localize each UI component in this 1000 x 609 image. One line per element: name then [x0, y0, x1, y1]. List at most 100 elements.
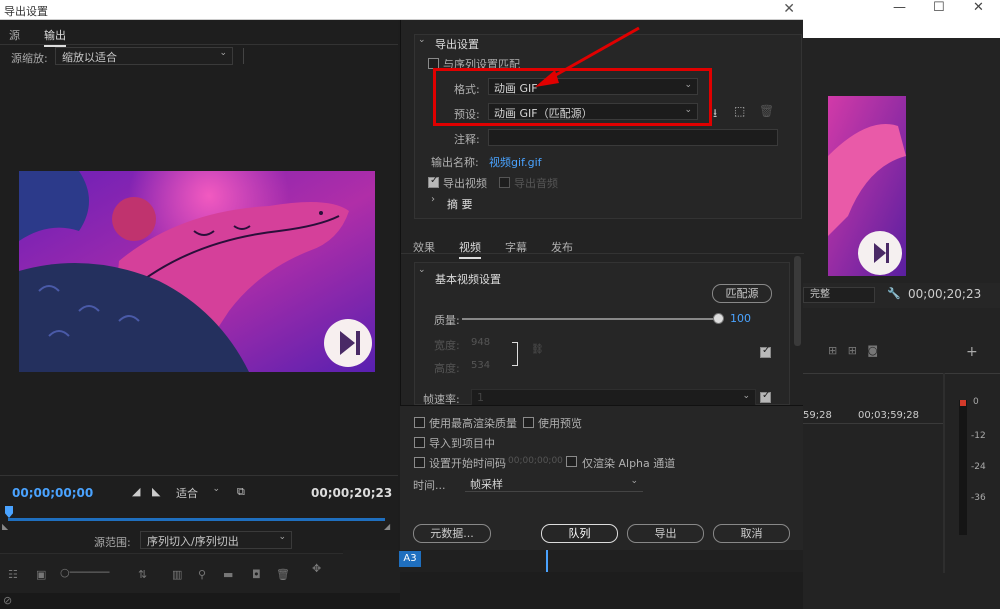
fps-checkbox[interactable]	[760, 390, 771, 403]
list-icon: ☷	[8, 568, 18, 581]
metadata-button[interactable]: 元数据...	[413, 524, 491, 543]
wrench-icon[interactable]: 🔧	[887, 287, 901, 300]
divider	[243, 48, 244, 64]
width-label: 宽度:	[434, 339, 460, 352]
trash-icon: 🗑	[276, 568, 290, 581]
max-render-label: 使用最高渲染质量	[429, 417, 517, 430]
summary-header: 摘 要	[447, 198, 473, 211]
aspect-icon[interactable]: ⧉	[237, 485, 245, 499]
tab-effects[interactable]: 效果	[413, 239, 435, 255]
playhead-icon[interactable]	[5, 506, 13, 518]
chevron-right-icon[interactable]: ›	[431, 194, 435, 205]
current-timecode[interactable]: 00;00;00;00	[12, 486, 93, 500]
background-preview-thumbnail	[828, 96, 906, 276]
ruler-line	[803, 423, 943, 424]
ruler-label-2: 00;03;59;28	[858, 410, 920, 421]
panel-divider	[943, 373, 945, 573]
time-interp-label: 时间...	[413, 479, 446, 492]
max-render-checkbox[interactable]	[414, 417, 425, 428]
meter-label-24: -24	[971, 462, 986, 472]
divider	[0, 44, 398, 45]
add-icon[interactable]: +	[966, 344, 978, 360]
alpha-only-label: 仅渲染 Alpha 通道	[582, 457, 676, 470]
dialog-title: 导出设置	[4, 5, 48, 18]
range-dropdown[interactable]: 序列切入/序列切出 ⌄	[140, 531, 292, 549]
width-value[interactable]: 948	[471, 337, 490, 348]
output-name-link[interactable]: 视频gif.gif	[489, 154, 542, 170]
chevron-down-icon: ⌄	[742, 391, 750, 401]
settings-tabs: 效果 视频 字幕 发布	[401, 232, 804, 259]
quality-slider-track[interactable]	[462, 318, 718, 320]
basic-video-header: 基本视频设置	[435, 273, 501, 286]
chevron-down-icon[interactable]: ⌄	[418, 35, 426, 45]
bin-icon: ▥	[172, 568, 183, 581]
match-source-button[interactable]: 匹配源	[712, 284, 772, 303]
export-settings-header: 导出设置	[435, 38, 479, 51]
import-preset-icon[interactable]: ⬚	[734, 104, 745, 118]
background-complete-dropdown[interactable]: 完整	[803, 287, 875, 303]
annotation-arrow	[535, 26, 640, 87]
status-icon: ⊘	[3, 594, 13, 607]
alpha-only-checkbox[interactable]	[566, 456, 577, 467]
in-point-icon[interactable]: ◣	[2, 522, 8, 531]
chevron-down-icon[interactable]: ⌄	[418, 265, 426, 275]
chevron-down-icon: ⌄	[630, 476, 638, 486]
audio-meter	[959, 400, 967, 535]
start-timecode-value[interactable]: 00;00;00;00	[508, 456, 563, 466]
minimize-icon[interactable]: —	[893, 0, 906, 15]
comment-input[interactable]	[488, 129, 778, 146]
video-preview	[19, 171, 375, 372]
queue-button[interactable]: 队列	[541, 524, 618, 543]
close-icon[interactable]: ✕	[973, 0, 984, 15]
grid-icon: ▣	[36, 568, 47, 581]
aspect-bracket	[512, 342, 518, 366]
import-project-checkbox[interactable]	[414, 437, 425, 448]
scrollbar[interactable]	[794, 256, 801, 346]
delete-preset-icon[interactable]: 🗑	[759, 104, 774, 118]
tab-video[interactable]: 视频	[459, 239, 481, 259]
cancel-button[interactable]: 取消	[713, 524, 790, 543]
fps-dropdown[interactable]: 1 ⌄	[471, 389, 756, 406]
meter-label-0: 0	[973, 397, 979, 407]
fit-value: 适合	[176, 487, 198, 500]
mark-out-icon[interactable]: ◣	[152, 485, 160, 498]
quality-value[interactable]: 100	[730, 312, 751, 325]
start-timecode-checkbox[interactable]	[414, 457, 425, 468]
link-icon[interactable]: ⛓	[531, 344, 544, 355]
match-source-dimensions-checkbox[interactable]	[760, 345, 771, 358]
zoom-dropdown[interactable]: 缩放以适合 ⌄	[55, 47, 233, 65]
use-preview-label: 使用预览	[538, 417, 582, 430]
import-project-label: 导入到项目中	[429, 437, 495, 450]
fit-dropdown[interactable]: 适合 ⌄	[170, 484, 225, 501]
range-value: 序列切入/序列切出	[147, 535, 239, 548]
maximize-icon[interactable]: ☐	[933, 0, 945, 15]
tab-source[interactable]: 源	[9, 27, 20, 43]
zoom-value: 缩放以适合	[62, 51, 117, 64]
sort-icon: ⇅	[138, 568, 148, 581]
background-timecode: 00;00;20;23	[908, 287, 982, 301]
zoom-label: 源缩放:	[11, 52, 48, 65]
quality-slider-knob[interactable]	[713, 313, 724, 324]
time-interp-value: 帧采样	[470, 478, 503, 491]
save-preset-icon[interactable]: ⭳	[713, 104, 717, 125]
zoom-slider-icon: ○──────	[60, 566, 110, 579]
export-audio-checkbox[interactable]	[499, 177, 510, 188]
start-timecode-label: 设置开始时间码	[429, 457, 506, 470]
background-timeline-toolbar: ☷ ▣ ○────── ⇅ ▥ ⚲ ▬ ◘ 🗑 ✥	[0, 553, 400, 593]
chevron-down-icon: ⌄	[278, 532, 286, 542]
comment-label: 注释:	[454, 133, 480, 146]
background-app-area: 完整 🔧 00;00;20;23 ⊞ ⊞ ◙ + 59;28 00;03;59;…	[803, 38, 1000, 609]
export-button[interactable]: 导出	[627, 524, 704, 543]
timeline-playhead	[546, 550, 548, 572]
time-interp-dropdown[interactable]: 帧采样 ⌄	[465, 475, 643, 492]
export-video-checkbox[interactable]	[428, 175, 439, 188]
height-value[interactable]: 534	[471, 360, 490, 371]
tab-captions[interactable]: 字幕	[505, 239, 527, 255]
use-preview-checkbox[interactable]	[523, 417, 534, 428]
tab-publish[interactable]: 发布	[551, 239, 573, 255]
close-icon[interactable]: ✕	[783, 1, 795, 17]
mark-in-icon[interactable]: ◢	[132, 485, 140, 498]
out-point-icon[interactable]: ◢	[384, 522, 390, 531]
divider	[0, 475, 398, 476]
timeline-scrubber[interactable]	[8, 518, 385, 521]
